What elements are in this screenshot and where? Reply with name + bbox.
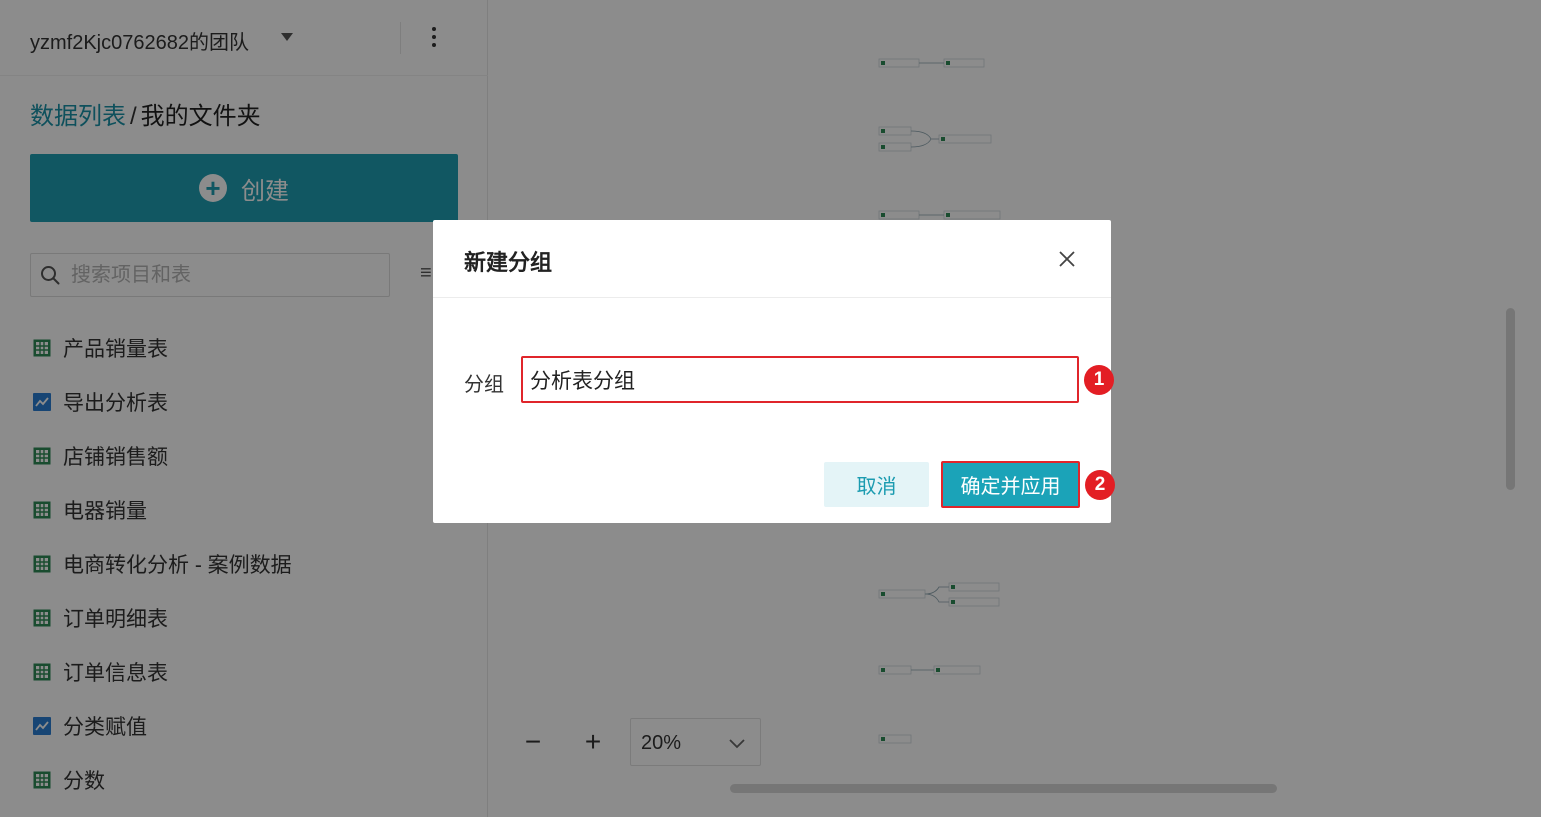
dialog-title: 新建分组	[464, 250, 553, 275]
step-badge: 1	[1084, 365, 1114, 395]
group-name-input[interactable]	[521, 356, 1079, 403]
confirm-apply-button[interactable]: 确定并应用	[941, 461, 1080, 508]
close-icon[interactable]	[1056, 248, 1078, 270]
step-badge: 2	[1085, 470, 1115, 500]
new-group-dialog: 新建分组 分组 1 取消 确定并应用 2	[433, 220, 1115, 523]
cancel-button[interactable]: 取消	[824, 462, 929, 507]
group-field-label: 分组	[464, 374, 504, 396]
dialog-header: 新建分组	[433, 220, 1111, 298]
